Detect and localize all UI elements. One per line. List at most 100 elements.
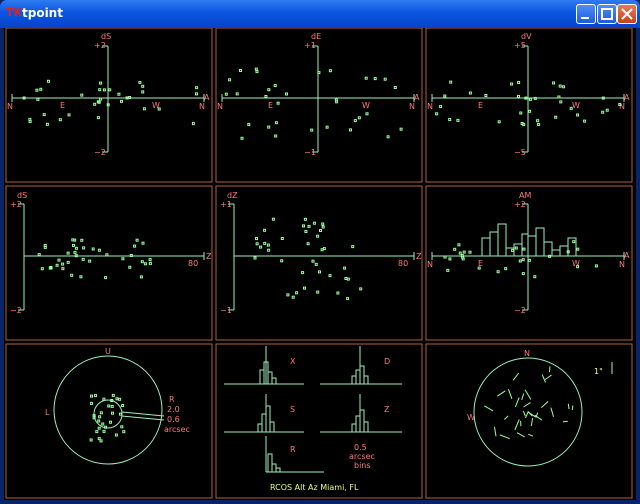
point-marker: [517, 94, 520, 98]
point-marker: [364, 76, 368, 80]
residual-histograms: [224, 346, 402, 473]
point-marker: [443, 94, 447, 98]
az-label-n: N: [217, 102, 223, 111]
sky-label-n: N: [524, 349, 530, 358]
point-marker: [93, 102, 97, 106]
point-marker: [318, 270, 321, 274]
point-marker: [365, 112, 369, 116]
hist-label-r: R: [290, 445, 296, 454]
point-marker: [95, 430, 99, 434]
point-marker: [101, 422, 105, 426]
point-marker: [120, 99, 123, 103]
point-marker: [138, 81, 142, 84]
app-icon: TK: [6, 6, 23, 19]
point-marker: [346, 277, 350, 281]
az-label-a: A: [624, 251, 630, 260]
point-marker: [317, 71, 321, 75]
point-marker: [462, 250, 466, 254]
point-marker: [518, 259, 522, 263]
sky-vector: [516, 432, 525, 438]
scatter-radius-inner: 0.6: [167, 415, 180, 424]
point-marker: [73, 238, 77, 242]
tpoint-window: TK tpoint dS +2 −2 N E W N A dE +1 −1 N …: [0, 0, 640, 504]
point-marker: [301, 271, 305, 275]
point-marker: [267, 125, 271, 129]
sky-vector: [521, 393, 525, 401]
point-marker: [120, 425, 124, 429]
point-marker: [81, 257, 85, 261]
bin-word: bins: [354, 461, 371, 470]
point-marker: [399, 127, 403, 131]
point-marker: [80, 238, 84, 242]
point-marker: [235, 92, 239, 96]
point-marker: [143, 262, 147, 266]
point-marker: [316, 234, 320, 238]
az-label-n: N: [427, 102, 433, 111]
point-marker: [562, 85, 566, 89]
point-marker: [111, 411, 114, 415]
point-marker: [522, 123, 526, 127]
point-marker: [255, 242, 259, 246]
axes-ds-az: [11, 45, 205, 153]
site-footer: RCOS Alt Az Miami, FL: [270, 483, 359, 492]
point-marker: [263, 228, 267, 232]
point-marker: [102, 429, 106, 433]
az-label-a: A: [414, 93, 420, 102]
point-marker: [373, 77, 377, 81]
point-marker: [108, 88, 112, 92]
point-marker: [74, 246, 78, 250]
point-marker: [89, 438, 93, 442]
sky-vector: [512, 372, 520, 381]
az-label-e: E: [478, 101, 483, 110]
scatter-label-l: L: [45, 408, 50, 417]
sky-vector: [507, 389, 513, 399]
close-button[interactable]: [617, 4, 637, 24]
point-marker: [456, 118, 460, 122]
point-marker: [91, 247, 95, 251]
sky-vector: [567, 403, 570, 410]
zd-label-z: Z: [206, 252, 212, 261]
point-marker: [351, 245, 355, 249]
title-bar[interactable]: TK tpoint: [0, 0, 640, 28]
az-label-w: W: [152, 101, 160, 110]
point-marker: [468, 250, 472, 254]
point-marker: [61, 262, 65, 266]
az-label-n2: N: [199, 102, 205, 111]
point-marker: [88, 259, 92, 263]
sky-vector: [528, 433, 534, 437]
point-marker: [528, 97, 532, 101]
point-marker: [42, 113, 46, 117]
point-marker: [255, 237, 258, 241]
point-marker: [576, 113, 580, 117]
minimize-icon: [581, 17, 589, 19]
point-marker: [99, 97, 103, 101]
point-marker: [39, 87, 43, 91]
point-marker: [98, 415, 102, 419]
point-marker: [240, 136, 244, 140]
point-marker: [141, 90, 145, 94]
point-marker: [353, 119, 357, 123]
point-marker: [291, 295, 295, 299]
maximize-button[interactable]: [597, 4, 617, 24]
point-marker: [336, 291, 340, 295]
point-marker: [311, 259, 315, 263]
panel-frame: [215, 185, 423, 341]
point-marker: [264, 95, 268, 98]
scatter-plot: [53, 355, 165, 465]
hist-label-z: Z: [384, 405, 390, 414]
point-marker: [517, 81, 521, 84]
point-marker: [263, 241, 267, 245]
minimize-button[interactable]: [576, 4, 596, 24]
point-marker: [99, 439, 103, 443]
point-marker: [121, 404, 125, 407]
panel-title: dZ: [227, 191, 238, 200]
sky-vector: [525, 411, 529, 419]
point-marker: [36, 97, 40, 101]
zd-label-80: 80: [398, 259, 408, 268]
panel-frame: [215, 28, 423, 183]
point-marker: [110, 404, 114, 408]
point-marker: [90, 401, 94, 405]
az-label-e: E: [268, 101, 273, 110]
tpoint-plots: dS +2 −2 N E W N A dE +1 −1 N E W N A dV…: [5, 28, 633, 499]
point-marker: [267, 248, 271, 252]
